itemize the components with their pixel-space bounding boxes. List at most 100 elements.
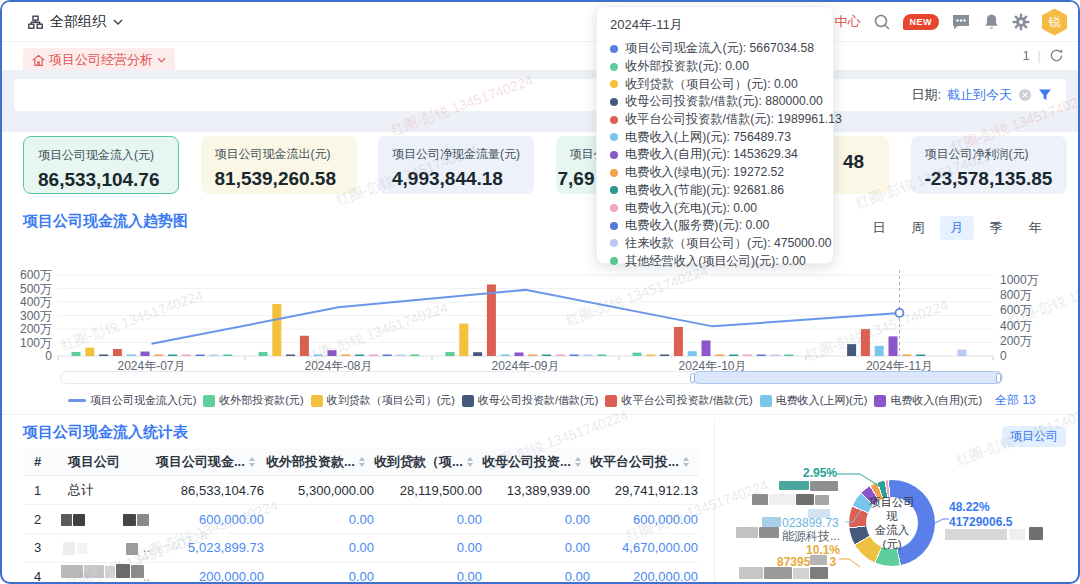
- table-cell[interactable]: 0.00: [264, 505, 374, 533]
- table-cell[interactable]: 200,000.00: [588, 562, 698, 584]
- column-header[interactable]: 收平台公司投...: [590, 448, 698, 475]
- series-dot: [610, 151, 618, 159]
- table-cell[interactable]: 5,023,899.73: [154, 534, 264, 562]
- search-icon[interactable]: [873, 13, 891, 31]
- zoom-handle-right[interactable]: [996, 373, 1001, 383]
- table-cell[interactable]: 0.00: [372, 562, 482, 584]
- censored-block: [77, 543, 87, 554]
- donut-label-teal-pct: 2.95%: [803, 466, 837, 480]
- date-value[interactable]: 截止到今天: [947, 86, 1012, 104]
- table-cell[interactable]: 200,000.00: [154, 562, 264, 584]
- tooltip-item: 电费收入(节能)(元): 92681.86: [610, 182, 820, 200]
- kpi-card[interactable]: 项目公司现金流入(元)86,533,104.76: [23, 136, 179, 194]
- censored-block: [759, 527, 779, 538]
- table-cell[interactable]: 600,000.00: [588, 505, 698, 533]
- series-dot: [610, 63, 618, 71]
- kpi-card[interactable]: 项目公司净利润(元)-23,578,135.85: [911, 136, 1067, 194]
- table-cell[interactable]: 0.00: [372, 505, 482, 533]
- svg-text:400万: 400万: [1000, 319, 1032, 333]
- sort-icon[interactable]: [359, 457, 365, 467]
- legend-item[interactable]: 项目公司现金流入(元): [68, 393, 196, 408]
- period-月[interactable]: 月: [940, 216, 974, 240]
- svg-text:0: 0: [45, 349, 52, 363]
- table-cell[interactable]: 0.00: [264, 534, 374, 562]
- legend-item[interactable]: 收到贷款（项目公司）(元): [311, 393, 455, 408]
- table-cell[interactable]: 0.00: [372, 534, 482, 562]
- legend-item[interactable]: 收母公司投资款/借款(元): [462, 393, 598, 408]
- legend-item[interactable]: 收外部投资款(元): [203, 393, 303, 408]
- legend-item[interactable]: 电费收入(自用)(元): [874, 393, 982, 408]
- kpi-value: 4,993,844.18: [392, 168, 520, 190]
- table-cell[interactable]: 0.00: [480, 505, 590, 533]
- period-季[interactable]: 季: [979, 216, 1013, 240]
- trend-chart[interactable]: 0100万200万300万400万500万600万0200万400万600万80…: [2, 254, 1080, 372]
- bell-icon[interactable]: [983, 13, 1000, 31]
- sort-icon[interactable]: [249, 457, 255, 467]
- table-row[interactable]: 1总计86,533,104.765,300,000.0028,119,500.0…: [23, 476, 699, 505]
- table-cell[interactable]: 600,000.00: [154, 505, 264, 533]
- legend-item[interactable]: 电费收入(上网)(元): [760, 393, 868, 408]
- zoom-window[interactable]: [693, 371, 1003, 384]
- column-header[interactable]: 项目公司现金...: [156, 448, 264, 475]
- svg-text:100万: 100万: [20, 336, 52, 350]
- chart-tooltip: 2024年-11月 项目公司现金流入(元): 5667034.58收外部投资款(…: [596, 6, 834, 264]
- avatar[interactable]: 锐: [1042, 9, 1067, 36]
- tooltip-item: 项目公司现金流入(元): 5667034.58: [610, 40, 820, 58]
- column-header[interactable]: 收到贷款（项...: [374, 448, 482, 475]
- censored-block: [1029, 527, 1043, 540]
- legend-more-link[interactable]: 全部 13: [995, 392, 1036, 409]
- tooltip-item: 电费收入(上网)(元): 756489.73: [610, 128, 820, 146]
- message-icon[interactable]: [951, 13, 971, 31]
- kpi-card[interactable]: 项目公司现金流出(元)81,539,260.58: [201, 136, 357, 194]
- table-row[interactable]: 3..5,023,899.730.000.000.004,670,000.00: [23, 534, 699, 563]
- table-cell: 5,300,000.00: [264, 476, 374, 504]
- refresh-icon[interactable]: [1049, 48, 1064, 63]
- series-dot: [610, 169, 618, 177]
- chart-zoom-slider[interactable]: [60, 371, 1002, 384]
- censored-block: [736, 527, 758, 538]
- column-header[interactable]: 收外部投资款...: [266, 448, 374, 475]
- table-header: #项目公司项目公司现金...收外部投资款...收到贷款（项...收母公司投资..…: [23, 448, 699, 476]
- censored-block: [84, 565, 104, 578]
- series-dot: [610, 133, 618, 141]
- period-年[interactable]: 年: [1018, 216, 1052, 240]
- series-dot: [610, 186, 618, 194]
- sort-icon[interactable]: [467, 457, 473, 467]
- column-header[interactable]: 收母公司投资...: [482, 448, 590, 475]
- table-cell[interactable]: 4,670,000.00: [588, 534, 698, 562]
- kpi-value: -23,578,135.85: [925, 168, 1053, 190]
- tooltip-title: 2024年-11月: [610, 16, 820, 34]
- gear-icon[interactable]: [1012, 13, 1030, 31]
- kpi-title: 项目公司净现金流量(元): [392, 146, 520, 163]
- censored-block: [764, 567, 792, 579]
- tooltip-item: 收到贷款（项目公司）(元): 0.00: [610, 75, 820, 93]
- censored-block: [793, 568, 809, 579]
- censored-block: [126, 543, 138, 555]
- filter-funnel-icon[interactable]: [1038, 88, 1052, 102]
- legend-item[interactable]: 收平台公司投资款/借款(元): [605, 393, 752, 408]
- sort-icon[interactable]: [683, 457, 689, 467]
- censored-block: [73, 514, 85, 526]
- kpi-value: 48: [843, 151, 875, 173]
- kpi-card[interactable]: 项目公司净现金流量(元) 4,993,844.18: [378, 136, 534, 194]
- divider: [2, 414, 1078, 415]
- org-selector[interactable]: 全部组织: [28, 13, 123, 31]
- org-label: 全部组织: [50, 13, 106, 31]
- table-cell[interactable]: 0.00: [480, 562, 590, 584]
- table-cell: 29,741,912.13: [588, 476, 698, 504]
- period-周[interactable]: 周: [901, 216, 935, 240]
- period-toggle: 日周月季年: [862, 216, 1052, 240]
- kpi-title: 项目公司现金流出(元): [215, 146, 343, 163]
- table-cell[interactable]: 0.00: [480, 534, 590, 562]
- tab-project-analysis[interactable]: 项目公司经营分析: [23, 48, 175, 72]
- chevron-down-icon: [157, 57, 166, 63]
- tab-row: 项目公司经营分析 1 |: [2, 43, 1078, 70]
- sort-icon[interactable]: [575, 457, 581, 467]
- zoom-handle-left[interactable]: [690, 373, 695, 383]
- chart-legend: 项目公司现金流入(元) 收外部投资款(元) 收到贷款（项目公司）(元) 收母公司投资款…: [68, 392, 1036, 409]
- clear-icon[interactable]: [1018, 88, 1032, 102]
- table-cell[interactable]: 0.00: [264, 562, 374, 584]
- period-日[interactable]: 日: [862, 216, 896, 240]
- new-badge: NEW: [903, 14, 940, 30]
- table-cell: 86,533,104.76: [154, 476, 264, 504]
